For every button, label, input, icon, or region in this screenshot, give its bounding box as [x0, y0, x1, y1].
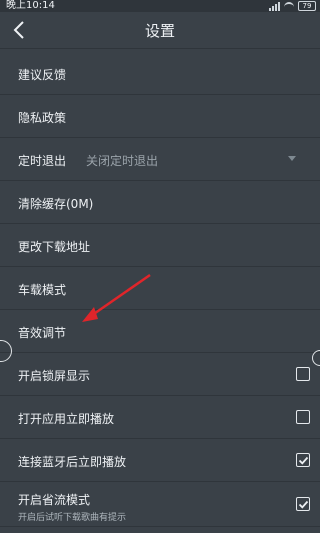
setting-lockscreen-display-label: 开启锁屏显示 — [18, 369, 91, 383]
setting-download-path-label: 更改下载地址 — [18, 240, 91, 254]
dropdown-arrow-icon[interactable] — [288, 156, 296, 161]
play-on-open-checkbox[interactable] — [296, 410, 310, 424]
checkmark-icon — [298, 500, 308, 509]
lockscreen-display-checkbox[interactable] — [296, 367, 310, 381]
setting-lockscreen-display[interactable]: 开启锁屏显示 — [0, 353, 320, 396]
setting-privacy[interactable]: 隐私政策 — [0, 95, 320, 138]
data-saver-checkbox[interactable] — [296, 497, 310, 511]
setting-clear-cache[interactable]: 清除缓存(0M) — [0, 181, 320, 224]
signal-icon — [269, 1, 280, 11]
wifi-icon — [284, 2, 294, 10]
setting-data-saver-hint: 开启后试听下载歌曲有提示 — [18, 513, 127, 523]
setting-sound-effects[interactable]: 音效调节 — [0, 310, 320, 353]
setting-car-mode[interactable]: 车载模式 — [0, 267, 320, 310]
setting-feedback[interactable]: 建议反馈 — [0, 52, 320, 95]
status-time: 晚上10:14 — [6, 0, 55, 11]
status-icons: 79 — [269, 1, 316, 11]
setting-timer-exit-label: 定时退出 — [18, 154, 67, 168]
setting-play-on-open[interactable]: 打开应用立即播放 — [0, 396, 320, 439]
setting-car-mode-label: 车载模式 — [18, 283, 67, 297]
settings-list: 建议反馈 隐私政策 定时退出 关闭定时退出 清除缓存(0M) 更改下载地址 车载… — [0, 52, 320, 527]
setting-data-saver[interactable]: 开启省流模式 开启后试听下载歌曲有提示 — [0, 482, 320, 527]
setting-feedback-label: 建议反馈 — [18, 68, 67, 82]
setting-play-on-open-label: 打开应用立即播放 — [18, 412, 115, 426]
setting-privacy-label: 隐私政策 — [18, 111, 67, 125]
status-bar: 晚上10:14 79 — [0, 0, 320, 12]
title-bar: 设置 — [0, 12, 320, 49]
setting-data-saver-label: 开启省流模式 — [18, 493, 91, 507]
setting-sound-effects-label: 音效调节 — [18, 326, 67, 340]
checkmark-icon — [298, 456, 308, 465]
setting-play-on-bluetooth-label: 连接蓝牙后立即播放 — [18, 455, 127, 469]
setting-clear-cache-label: 清除缓存(0M) — [18, 197, 94, 211]
timer-exit-select[interactable]: 关闭定时退出 — [86, 152, 158, 169]
setting-play-on-bluetooth[interactable]: 连接蓝牙后立即播放 — [0, 439, 320, 482]
setting-timer-exit[interactable]: 定时退出 关闭定时退出 — [0, 138, 320, 181]
page-title: 设置 — [144, 22, 175, 40]
play-on-bluetooth-checkbox[interactable] — [296, 453, 310, 467]
battery-icon: 79 — [298, 1, 316, 11]
setting-download-path[interactable]: 更改下载地址 — [0, 224, 320, 267]
